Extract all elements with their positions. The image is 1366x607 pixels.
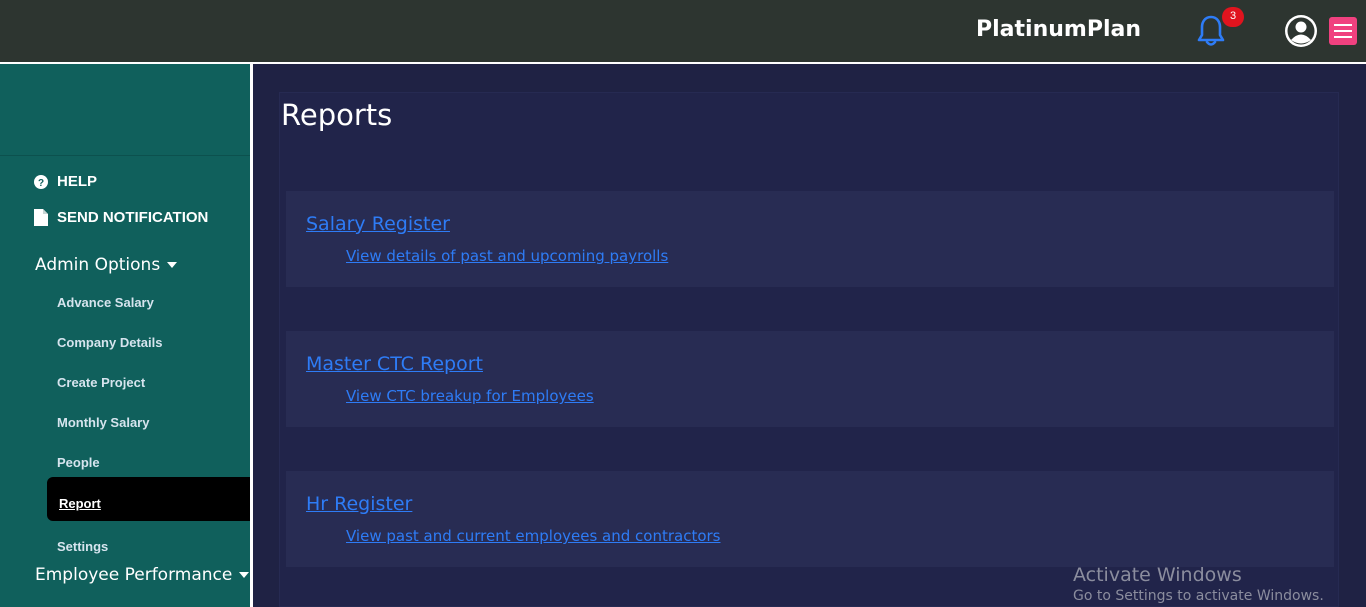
- top-navbar: PlatinumPlan 3: [0, 0, 1366, 62]
- admin-options-label: Admin Options: [35, 255, 161, 275]
- brand-name: PlatinumPlan: [976, 17, 1141, 42]
- sidebar-item-monthly-salary[interactable]: Monthly Salary: [57, 415, 149, 430]
- admin-options-toggle[interactable]: Admin Options: [35, 255, 178, 275]
- report-link-description[interactable]: View past and current employees and cont…: [346, 527, 720, 545]
- sidebar-logo-area: [0, 64, 250, 156]
- help-circle-icon: ?: [34, 174, 48, 189]
- hamburger-menu-icon: [1334, 36, 1352, 38]
- hamburger-menu-button[interactable]: [1329, 17, 1357, 45]
- sidebar-item-report[interactable]: Report: [47, 477, 250, 521]
- document-icon: [34, 209, 48, 226]
- report-link-description[interactable]: View details of past and upcoming payrol…: [346, 247, 668, 265]
- activate-windows-title: Activate Windows: [1073, 564, 1242, 586]
- report-card-salary-register: Salary Register View details of past and…: [286, 191, 1334, 287]
- employee-performance-label: Employee Performance: [35, 565, 233, 585]
- sidebar-item-label: Report: [59, 496, 101, 511]
- employee-performance-toggle[interactable]: Employee Performance: [35, 565, 250, 585]
- report-card-master-ctc: Master CTC Report View CTC breakup for E…: [286, 331, 1334, 427]
- sidebar-item-create-project[interactable]: Create Project: [57, 375, 145, 390]
- report-link-title[interactable]: Hr Register: [306, 493, 412, 515]
- report-link-title[interactable]: Salary Register: [306, 213, 450, 235]
- page-title: Reports: [281, 98, 393, 132]
- reports-panel: Reports Salary Register View details of …: [279, 92, 1339, 607]
- caret-down-icon: [239, 572, 250, 578]
- sidebar-item-send-notification[interactable]: SEND NOTIFICATION: [34, 209, 208, 226]
- sidebar-item-company-details[interactable]: Company Details: [57, 335, 162, 350]
- report-link-description[interactable]: View CTC breakup for Employees: [346, 387, 594, 405]
- activate-windows-subtitle: Go to Settings to activate Windows.: [1073, 588, 1324, 604]
- sidebar-item-settings[interactable]: Settings: [57, 539, 108, 554]
- svg-text:?: ?: [38, 178, 44, 189]
- user-avatar-button[interactable]: [1284, 14, 1318, 48]
- user-avatar-icon: [1285, 15, 1317, 47]
- report-card-hr-register: Hr Register View past and current employ…: [286, 471, 1334, 567]
- notification-count-badge: 3: [1222, 7, 1244, 27]
- caret-down-icon: [167, 262, 178, 268]
- sidebar-item-label: SEND NOTIFICATION: [57, 209, 209, 226]
- sidebar-divider: [250, 64, 253, 607]
- sidebar-item-label: HELP: [57, 173, 98, 190]
- report-link-title[interactable]: Master CTC Report: [306, 353, 483, 375]
- hamburger-menu-icon: [1334, 24, 1352, 26]
- hamburger-menu-icon: [1334, 30, 1352, 32]
- sidebar-item-advance-salary[interactable]: Advance Salary: [57, 295, 154, 310]
- sidebar-item-help[interactable]: ? HELP: [34, 173, 97, 190]
- sidebar: ? HELP SEND NOTIFICATION Admin Options A…: [0, 64, 250, 607]
- sidebar-item-people[interactable]: People: [57, 455, 100, 470]
